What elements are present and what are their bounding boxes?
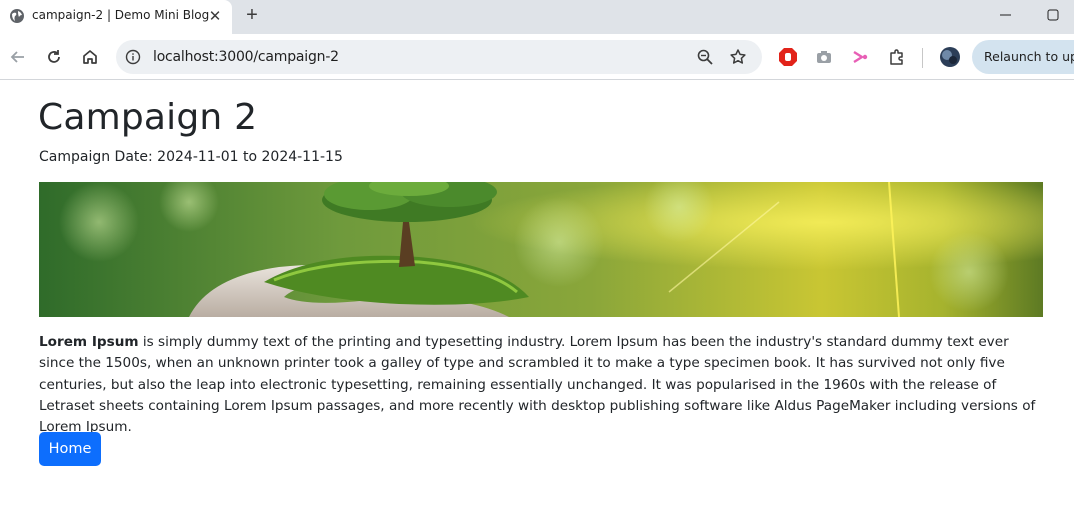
article-text: is simply dummy text of the printing and… — [39, 334, 1036, 436]
home-icon[interactable] — [78, 45, 102, 69]
address-bar[interactable]: localhost:3000/campaign-2 — [116, 40, 762, 74]
tab-title: campaign-2 | Demo Mini Blog — [32, 8, 210, 22]
zoom-icon[interactable] — [696, 48, 714, 66]
browser-toolbar: localhost:3000/campaign-2 Relaunch to up… — [0, 34, 1074, 80]
banner-image — [39, 182, 1043, 317]
relaunch-button[interactable]: Relaunch to upda — [972, 40, 1074, 74]
page-content: Campaign 2 Campaign Date: 2024-11-01 to … — [0, 81, 1074, 508]
reload-icon[interactable] — [42, 45, 66, 69]
url-text[interactable]: localhost:3000/campaign-2 — [153, 49, 339, 65]
browser-tab[interactable]: campaign-2 | Demo Mini Blog ✕ — [0, 0, 232, 34]
close-icon[interactable]: ✕ — [206, 8, 224, 26]
share-icon[interactable] — [848, 45, 872, 69]
globe-icon — [10, 9, 24, 23]
toolbar-divider — [922, 48, 923, 68]
avatar[interactable] — [938, 45, 962, 69]
info-icon[interactable] — [125, 49, 141, 65]
page-title: Campaign 2 — [38, 97, 258, 138]
plus-icon[interactable]: + — [242, 5, 262, 25]
camera-icon[interactable] — [812, 45, 836, 69]
adblock-icon[interactable] — [776, 45, 800, 69]
article-body: Lorem Ipsum is simply dummy text of the … — [39, 332, 1043, 438]
campaign-date: Campaign Date: 2024-11-01 to 2024-11-15 — [39, 149, 343, 165]
article-lead: Lorem Ipsum — [39, 334, 139, 350]
star-icon[interactable] — [729, 48, 747, 66]
back-icon[interactable] — [6, 45, 30, 69]
maximize-icon[interactable] — [1043, 6, 1063, 24]
extensions-icon[interactable] — [885, 45, 909, 69]
tab-strip: campaign-2 | Demo Mini Blog ✕ + — [0, 0, 1074, 34]
minimize-icon[interactable] — [996, 6, 1016, 24]
home-button[interactable]: Home — [39, 432, 101, 466]
relaunch-label: Relaunch to upda — [984, 49, 1074, 64]
